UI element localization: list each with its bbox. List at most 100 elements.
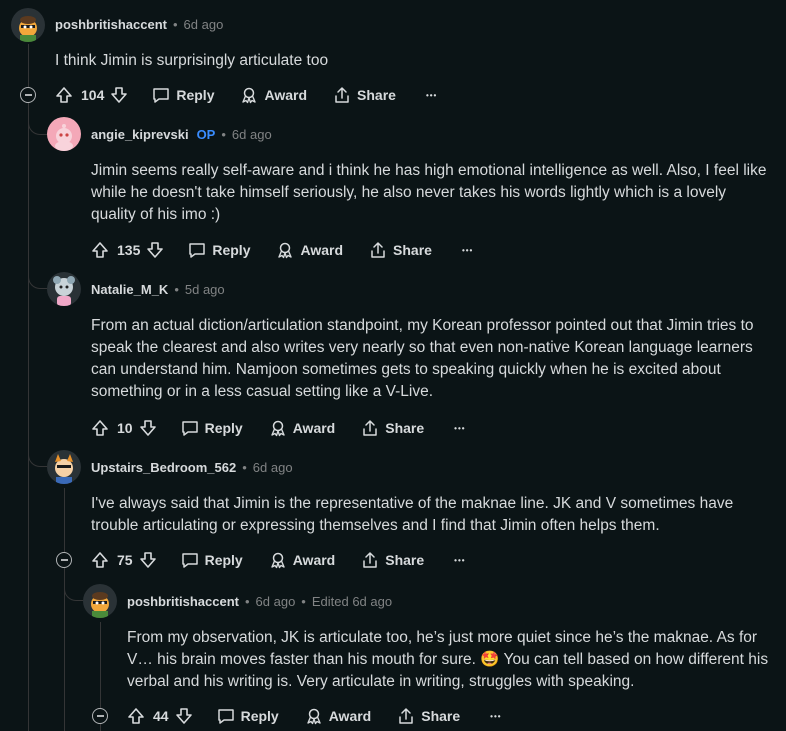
thread-elbow — [28, 450, 47, 467]
share-upload-icon — [363, 552, 377, 568]
award-button[interactable]: Award — [269, 551, 336, 569]
comment-author[interactable]: Natalie_M_K — [91, 282, 168, 297]
reply-label: Reply — [176, 87, 215, 103]
comment-body: From an actual diction/articulation stan… — [91, 317, 754, 400]
vote-count: 135 — [117, 242, 141, 258]
upvote-button[interactable] — [91, 419, 109, 437]
award-ribbon-icon — [271, 552, 285, 569]
thread-elbow — [64, 576, 83, 601]
thread-line-level2 — [64, 488, 65, 731]
comment-timestamp[interactable]: 6d ago — [232, 127, 272, 142]
upvote-button[interactable] — [127, 707, 145, 725]
reply-label: Reply — [240, 708, 279, 724]
separator-dot: • — [301, 594, 306, 609]
arrow-down-icon — [111, 87, 128, 103]
separator-dot: • — [172, 17, 178, 32]
reply-label: Reply — [204, 552, 243, 568]
downvote-button[interactable] — [139, 419, 157, 437]
award-ribbon-icon — [271, 420, 285, 437]
comment-meta: poshbritishaccent • 6d ago — [55, 17, 223, 32]
share-label: Share — [385, 420, 425, 436]
award-button[interactable]: Award — [240, 86, 307, 104]
more-options-button[interactable]: ••• — [454, 424, 465, 433]
share-button[interactable]: Share — [361, 419, 424, 437]
arrow-down-icon — [147, 242, 164, 258]
award-button[interactable]: Award — [269, 419, 335, 437]
share-upload-icon — [371, 242, 385, 258]
reply-label: Reply — [212, 242, 251, 258]
comment-meta: Natalie_M_K • 5d ago — [91, 282, 225, 297]
comment-timestamp[interactable]: 6d ago — [253, 460, 293, 475]
op-badge: OP — [196, 127, 216, 142]
award-label: Award — [300, 242, 344, 258]
comment-actions: 44 Reply Award Share ••• — [127, 704, 502, 728]
share-upload-icon — [363, 420, 377, 436]
more-options-button[interactable]: ••• — [454, 556, 465, 565]
comment-body: I think Jimin is surprisingly articulate… — [55, 52, 329, 69]
thread-line-root — [28, 44, 29, 731]
upvote-button[interactable] — [55, 86, 73, 104]
share-button[interactable]: Share — [333, 86, 396, 104]
arrow-up-icon — [128, 708, 144, 724]
avatar[interactable] — [47, 117, 81, 151]
upvote-button[interactable] — [91, 241, 109, 259]
separator-dot: • — [174, 282, 179, 297]
vote-count: 104 — [81, 87, 105, 103]
downvote-button[interactable] — [139, 551, 157, 569]
avatar[interactable] — [47, 272, 81, 306]
reply-button[interactable]: Reply — [181, 551, 243, 569]
reply-button[interactable]: Reply — [217, 707, 279, 725]
reply-button[interactable]: Reply — [152, 86, 214, 104]
avatar[interactable] — [47, 450, 81, 484]
more-options-button[interactable]: ••• — [490, 712, 501, 721]
comment-timestamp[interactable]: 5d ago — [185, 282, 225, 297]
comment-meta: poshbritishaccent • 6d ago • Edited 6d a… — [127, 594, 392, 609]
comment-author[interactable]: Upstairs_Bedroom_562 — [91, 460, 236, 475]
award-ribbon-icon — [242, 87, 257, 104]
collapse-icon[interactable] — [56, 552, 72, 568]
collapse-icon[interactable] — [92, 708, 108, 724]
arrow-down-icon — [175, 708, 192, 724]
speech-bubble-icon — [181, 421, 198, 436]
award-button[interactable]: Award — [276, 241, 343, 259]
vote-count: 44 — [153, 708, 169, 724]
more-options-button[interactable]: ••• — [426, 91, 437, 100]
arrow-up-icon — [92, 420, 108, 436]
comment-actions: 104 Reply Award Share ••• — [55, 83, 437, 107]
share-upload-icon — [335, 87, 349, 103]
share-button[interactable]: Share — [397, 707, 460, 725]
share-upload-icon — [399, 708, 413, 724]
downvote-button[interactable] — [175, 707, 193, 725]
award-ribbon-icon — [278, 242, 293, 259]
comment-actions: 10 Reply Award Share ••• — [91, 416, 466, 440]
separator-dot: • — [242, 460, 247, 475]
avatar[interactable] — [11, 8, 45, 42]
comment-body: I've always said that Jimin is the repre… — [91, 495, 734, 534]
reply-button[interactable]: Reply — [188, 241, 250, 259]
more-options-button[interactable]: ••• — [462, 246, 473, 255]
collapse-icon[interactable] — [20, 87, 36, 103]
downvote-button[interactable] — [110, 86, 128, 104]
comment-meta: Upstairs_Bedroom_562 • 6d ago — [91, 460, 293, 475]
comment-timestamp[interactable]: 6d ago — [256, 594, 296, 609]
comment-body: Jimin seems really self-aware and i thin… — [91, 162, 767, 223]
reply-button[interactable]: Reply — [181, 419, 243, 437]
award-label: Award — [264, 87, 308, 103]
downvote-button[interactable] — [146, 241, 164, 259]
award-button[interactable]: Award — [305, 707, 371, 725]
edited-label: Edited 6d ago — [311, 594, 393, 609]
separator-dot: • — [244, 594, 250, 609]
reply-label: Reply — [204, 420, 243, 436]
comment-author[interactable]: poshbritishaccent — [127, 594, 239, 609]
comment-body: From my observation, JK is articulate to… — [127, 629, 769, 690]
comment-author[interactable]: angie_kiprevski — [91, 127, 189, 142]
upvote-button[interactable] — [91, 551, 109, 569]
avatar[interactable] — [83, 584, 117, 618]
comment-author[interactable]: poshbritishaccent — [55, 17, 167, 32]
arrow-down-icon — [139, 420, 156, 436]
comment-timestamp[interactable]: 6d ago — [184, 17, 224, 32]
arrow-down-icon — [139, 552, 156, 568]
share-button[interactable]: Share — [369, 241, 432, 259]
share-button[interactable]: Share — [361, 551, 424, 569]
award-label: Award — [292, 552, 336, 568]
